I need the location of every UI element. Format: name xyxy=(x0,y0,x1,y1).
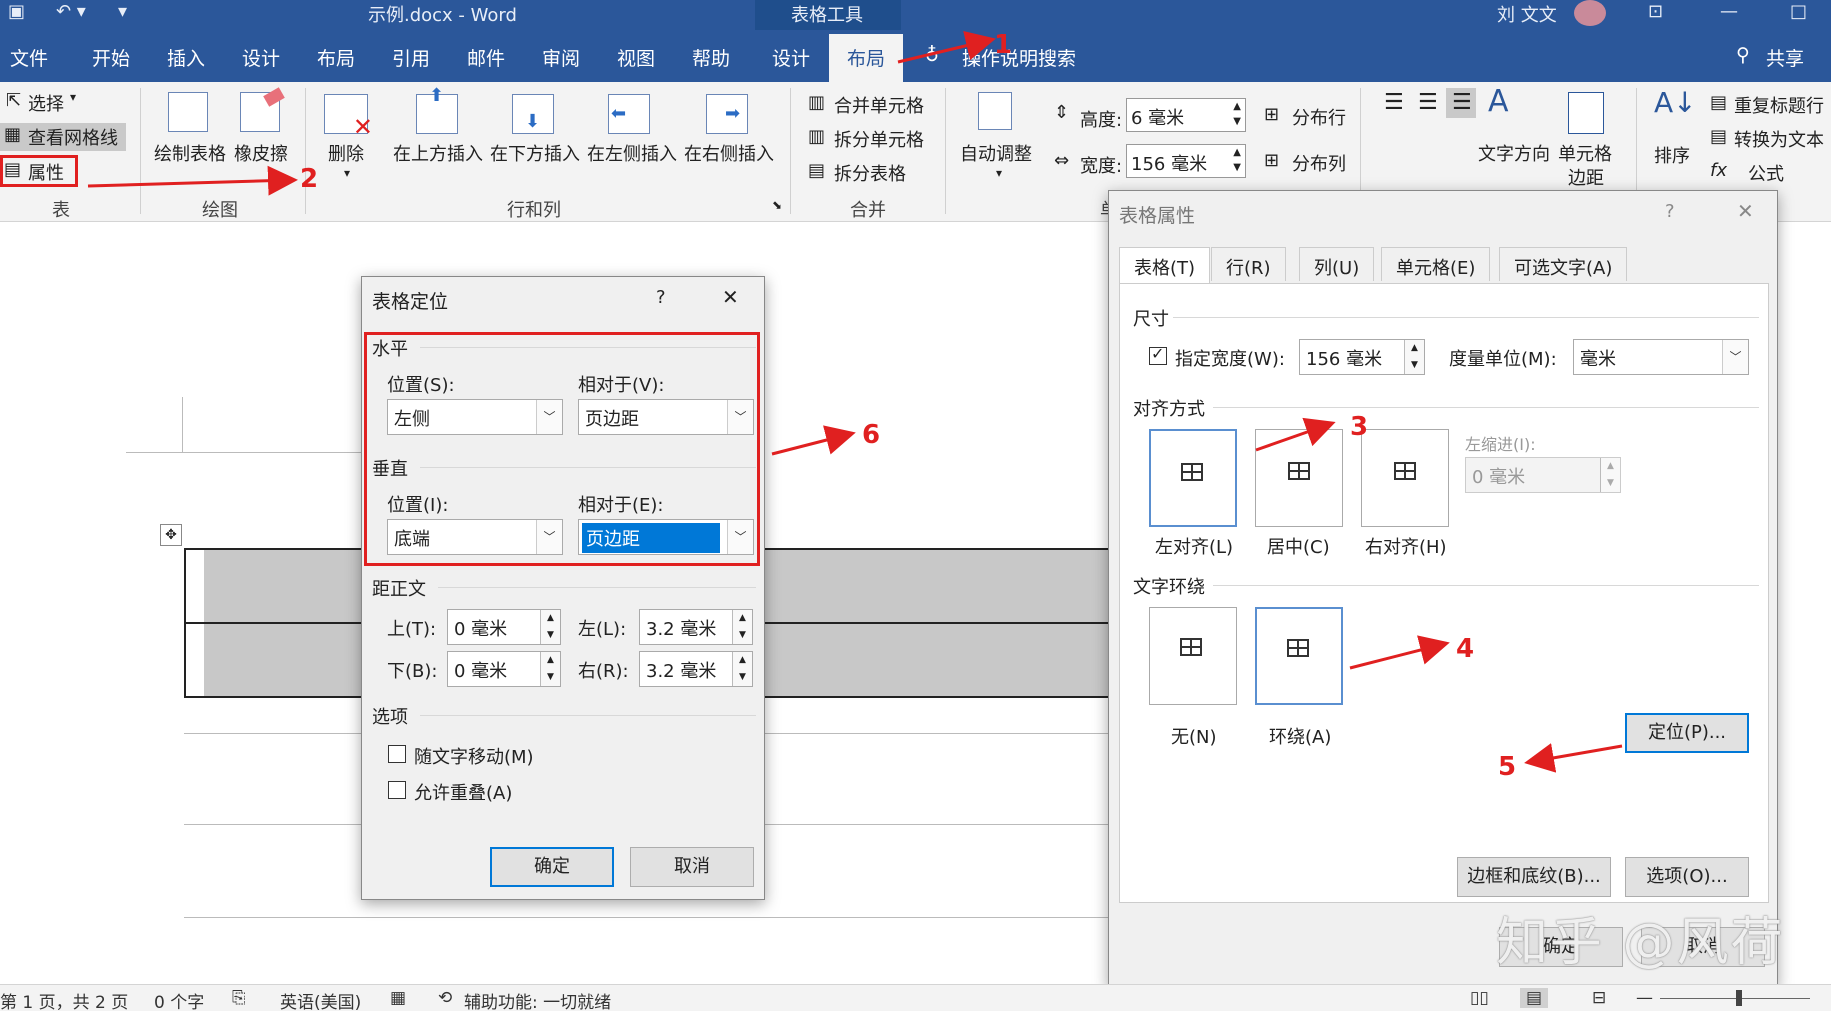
zoom-slider[interactable] xyxy=(1660,998,1810,999)
read-mode-icon[interactable]: ▯▯ xyxy=(1470,988,1489,1008)
accessibility-status[interactable]: 辅助功能: 一切就绪 xyxy=(464,988,611,1011)
arrow-3 xyxy=(1255,417,1336,452)
arrow-2 xyxy=(87,165,298,196)
annotation-5: 5 xyxy=(1498,752,1517,782)
arrow-1 xyxy=(897,30,996,64)
page-count[interactable]: 第 1 页，共 2 页 xyxy=(0,988,128,1011)
arrow-6 xyxy=(771,425,856,456)
macro-icon[interactable]: ▦ xyxy=(390,988,406,1008)
word-count[interactable]: 0 个字 xyxy=(154,988,204,1011)
annotation-arrows xyxy=(87,30,1623,773)
arrow-5 xyxy=(1524,743,1623,773)
zoom-out-icon[interactable]: — xyxy=(1636,988,1653,1008)
annotation-2: 2 xyxy=(300,164,319,194)
annotation-3: 3 xyxy=(1350,412,1369,442)
zoom-thumb[interactable] xyxy=(1736,990,1742,1006)
status-bar: 第 1 页，共 2 页 0 个字 ⎘ 英语(美国) ▦ ⟲ 辅助功能: 一切就绪… xyxy=(0,984,1831,1011)
accessibility-icon: ⟲ xyxy=(438,988,453,1008)
annotation-1: 1 xyxy=(994,30,1013,60)
proofing-icon[interactable]: ⎘ xyxy=(232,988,246,1008)
print-layout-icon[interactable]: ▤ xyxy=(1520,988,1549,1008)
annotation-6: 6 xyxy=(862,420,881,450)
annotation-4: 4 xyxy=(1456,634,1475,664)
language[interactable]: 英语(美国) xyxy=(280,988,361,1011)
web-layout-icon[interactable]: ⊟ xyxy=(1592,988,1606,1008)
arrow-4 xyxy=(1349,635,1450,670)
